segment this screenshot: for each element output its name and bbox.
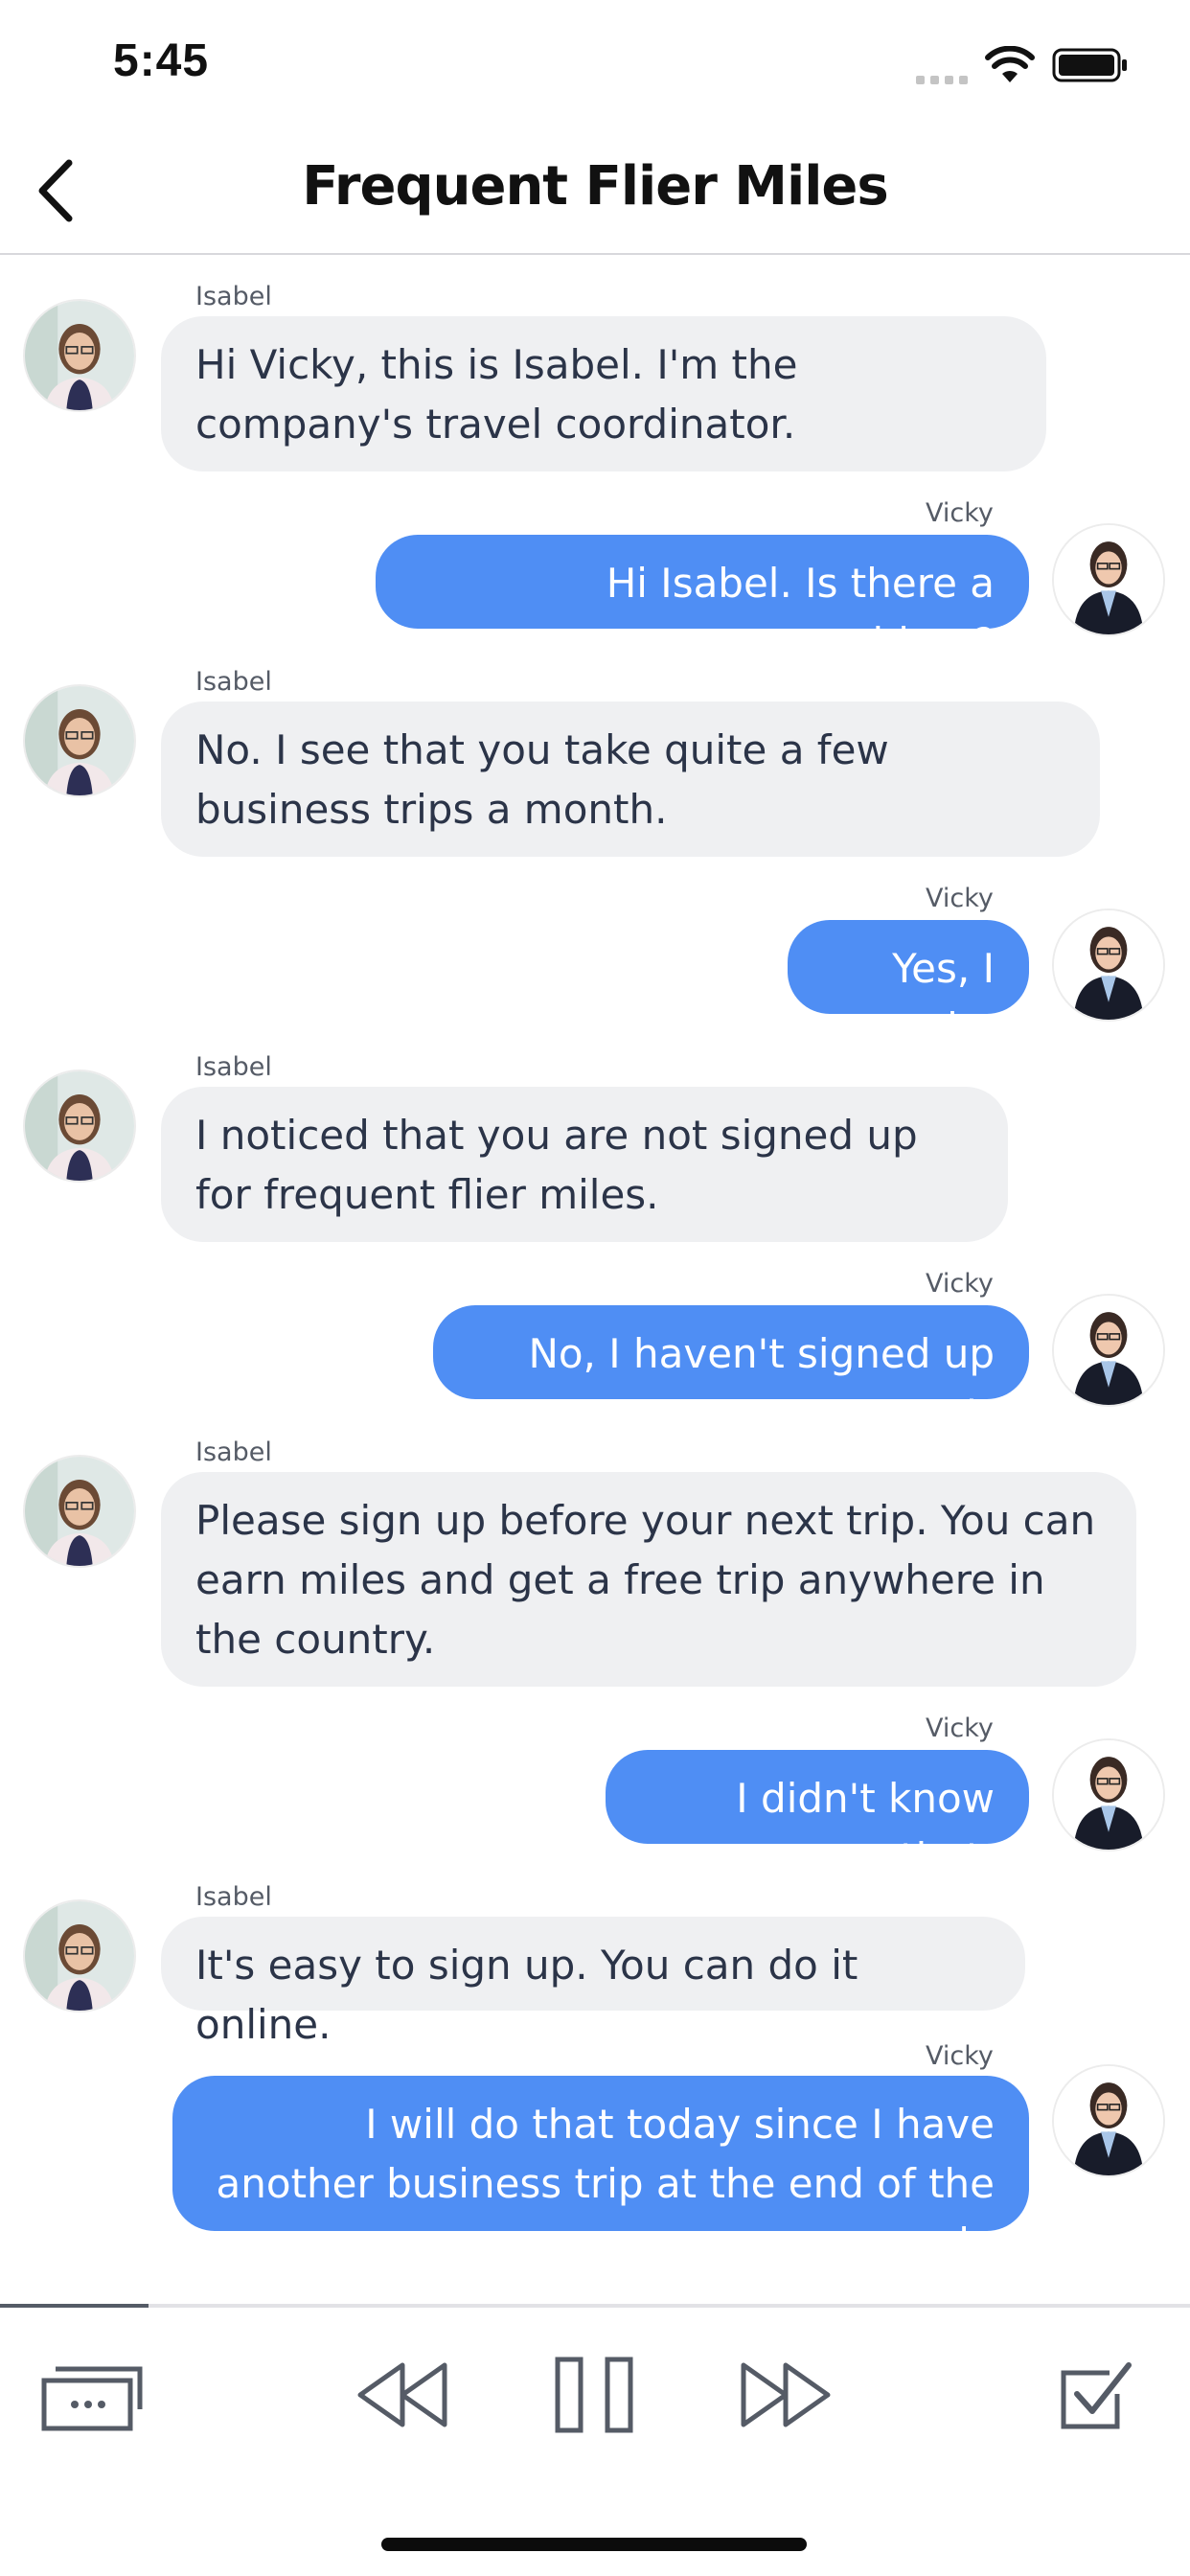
home-indicator[interactable] — [381, 2538, 807, 2551]
playback-progress-bar[interactable] — [0, 2304, 1190, 2308]
vicky-avatar — [1052, 523, 1165, 636]
sender-name: Isabel — [195, 282, 272, 311]
message-bubble-outgoing[interactable]: No, I haven't signed up yet. — [433, 1305, 1029, 1437]
sender-name: Isabel — [195, 1438, 272, 1467]
checkbox-icon[interactable] — [1058, 2358, 1134, 2434]
message-bubble-outgoing[interactable]: I didn't know that. — [606, 1750, 1029, 1881]
fast-forward-icon[interactable] — [738, 2361, 834, 2428]
sender-name: Isabel — [195, 667, 272, 697]
message-bubble-incoming[interactable]: No. I see that you take quite a few busi… — [161, 702, 1100, 857]
vicky-avatar — [1052, 1738, 1165, 1852]
message-bubble-outgoing[interactable]: I will do that today since I have anothe… — [172, 2076, 1029, 2266]
isabel-avatar — [23, 1070, 136, 1183]
message-bubble-incoming[interactable]: Please sign up before your next trip. Yo… — [161, 1472, 1136, 1687]
vicky-avatar — [1052, 908, 1165, 1022]
isabel-avatar — [23, 684, 136, 797]
message-bubble-outgoing[interactable]: Hi Isabel. Is there a problem? — [376, 535, 1029, 666]
message-bubble-incoming[interactable]: It's easy to sign up. You can do it onli… — [161, 1917, 1025, 2048]
playback-progress-fill — [0, 2304, 149, 2308]
vicky-avatar — [1052, 1294, 1165, 1407]
message-bubble-outgoing[interactable]: Yes, I do. — [788, 920, 1029, 1051]
sender-name: Vicky — [926, 1714, 994, 1743]
isabel-avatar — [23, 1455, 136, 1568]
sender-name: Isabel — [195, 1882, 272, 1912]
pause-icon[interactable] — [554, 2356, 636, 2434]
sender-name: Isabel — [195, 1052, 272, 1082]
sender-name: Vicky — [926, 884, 994, 913]
message-bubble-incoming[interactable]: Hi Vicky, this is Isabel. I'm the compan… — [161, 316, 1046, 472]
sender-name: Vicky — [926, 1269, 994, 1299]
sender-name: Vicky — [926, 498, 994, 528]
rewind-icon[interactable] — [355, 2361, 450, 2428]
message-bubble-incoming[interactable]: I noticed that you are not signed up for… — [161, 1087, 1008, 1242]
message-thread: Isabel Hi Vicky, this is Isabel. I'm the… — [0, 0, 1190, 2300]
subtitles-icon[interactable] — [40, 2356, 148, 2432]
isabel-avatar — [23, 299, 136, 412]
sender-name: Vicky — [926, 2041, 994, 2071]
isabel-avatar — [23, 1899, 136, 2012]
vicky-avatar — [1052, 2064, 1165, 2177]
